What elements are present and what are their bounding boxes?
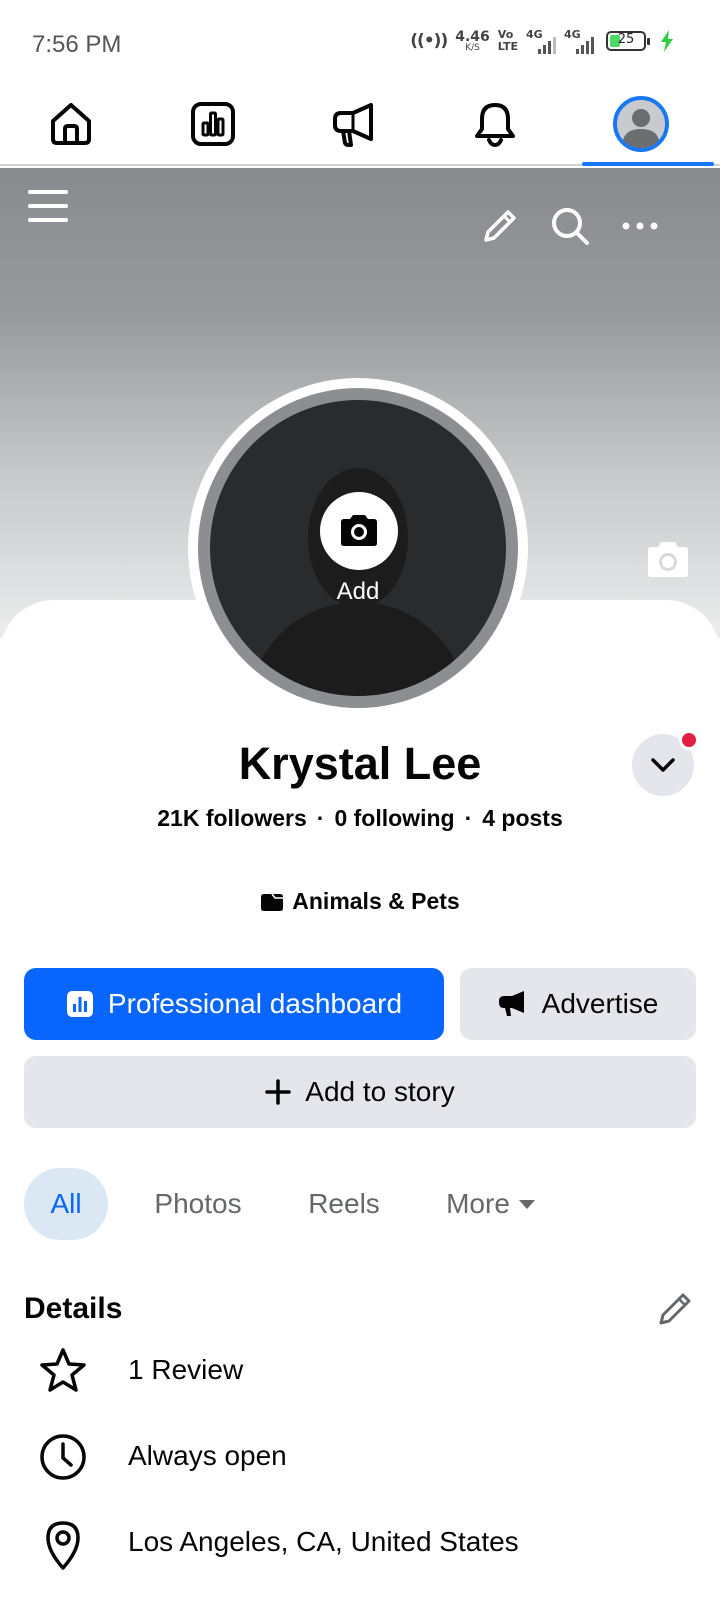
category-tag-icon — [261, 893, 284, 911]
profile-icon — [613, 96, 669, 152]
signal-icon-2: 4G — [564, 28, 594, 54]
pencil-icon — [659, 1293, 691, 1325]
battery-icon: 25 — [606, 31, 650, 51]
camera-icon — [341, 515, 377, 546]
status-time: 7:56 PM — [32, 31, 122, 58]
status-icons: ((•)) 4.46 K/S Vo LTE 4G 4G 25 — [410, 28, 674, 54]
avatar-add-label: Add — [336, 578, 380, 605]
nav-home[interactable] — [6, 84, 136, 164]
search-button[interactable] — [548, 204, 592, 248]
profile-stats: 21K followers · 0 following · 4 posts — [0, 805, 720, 832]
chevron-down-icon — [651, 758, 675, 772]
volte-bottom: LTE — [497, 40, 518, 53]
detail-hours: Always open — [0, 1426, 720, 1486]
network-speed: 4.46 K/S — [455, 30, 490, 53]
nav-notifications[interactable] — [430, 84, 560, 164]
volte-indicator: Vo LTE — [498, 29, 518, 52]
charging-bolt-icon — [661, 30, 673, 52]
following-count[interactable]: 0 following — [334, 805, 454, 831]
stats-separator: · — [316, 805, 325, 831]
detail-location[interactable]: Los Angeles, CA, United States — [0, 1512, 720, 1572]
dashboard-icon — [191, 102, 235, 146]
add-to-story-button[interactable]: Add to story — [24, 1056, 696, 1128]
followers-count[interactable]: 21K followers — [157, 805, 307, 831]
status-bar: 7:56 PM ((•)) 4.46 K/S Vo LTE 4G 4G 25 — [0, 0, 720, 84]
reviews-text: 1 Review — [128, 1354, 244, 1385]
more-dots-icon — [622, 222, 658, 230]
dashboard-icon — [66, 991, 93, 1017]
pencil-icon — [484, 210, 516, 242]
megaphone-icon — [498, 991, 524, 1016]
tab-photos[interactable]: Photos — [138, 1168, 258, 1240]
edit-details-button[interactable] — [656, 1290, 694, 1333]
menu-icon — [28, 190, 68, 222]
professional-dashboard-label: Professional dashboard — [107, 988, 403, 1019]
caret-down-icon — [518, 1200, 535, 1209]
nav-ads[interactable] — [290, 84, 420, 164]
bell-icon — [475, 103, 515, 147]
avatar-body-silhouette — [248, 602, 468, 696]
nav-active-indicator — [582, 162, 714, 166]
tab-photos-label: Photos — [154, 1188, 242, 1219]
edit-button[interactable] — [478, 204, 522, 248]
speed-unit: K/S — [465, 42, 480, 53]
add-photo-button[interactable] — [320, 492, 398, 570]
page-category: Animals & Pets — [0, 888, 720, 915]
megaphone-icon — [333, 103, 373, 147]
avatar[interactable]: Add — [210, 400, 506, 696]
top-nav — [0, 84, 720, 166]
advertise-button[interactable]: Advertise — [460, 968, 696, 1040]
speed-value: 4.46 — [455, 28, 490, 45]
nav-profile[interactable] — [576, 84, 706, 164]
location-pin-icon — [46, 1521, 80, 1570]
stats-separator: · — [464, 805, 473, 831]
tab-more-label: More — [446, 1188, 510, 1219]
battery-level: 25 — [617, 32, 635, 47]
search-icon — [552, 208, 589, 245]
signal-icon-1: 4G — [526, 28, 556, 54]
category-label: Animals & Pets — [292, 888, 460, 914]
star-icon — [40, 1348, 86, 1392]
tab-all-label: All — [50, 1188, 82, 1219]
more-options-button[interactable] — [618, 204, 662, 248]
professional-dashboard-button[interactable]: Professional dashboard — [24, 968, 444, 1040]
edit-cover-button[interactable] — [644, 540, 692, 585]
tab-all[interactable]: All — [24, 1168, 108, 1240]
clock-icon — [40, 1434, 86, 1480]
tab-reels-label: Reels — [308, 1188, 380, 1219]
notification-dot — [679, 730, 699, 750]
detail-reviews[interactable]: 1 Review — [0, 1340, 720, 1400]
advertise-label: Advertise — [541, 988, 659, 1019]
camera-icon — [648, 542, 688, 577]
tab-more[interactable]: More — [436, 1168, 546, 1240]
nav-dashboard[interactable] — [148, 84, 278, 164]
hotspot-icon: ((•)) — [410, 31, 448, 51]
tab-reels[interactable]: Reels — [298, 1168, 390, 1240]
posts-count: 4 posts — [482, 805, 563, 831]
add-to-story-label: Add to story — [305, 1076, 455, 1107]
menu-button[interactable] — [24, 182, 72, 230]
plus-icon — [265, 1079, 292, 1105]
details-heading: Details — [24, 1292, 123, 1325]
location-text: Los Angeles, CA, United States — [128, 1526, 519, 1557]
profile-name: Krystal Lee — [238, 738, 482, 789]
hours-text: Always open — [128, 1440, 287, 1471]
home-icon — [51, 103, 91, 145]
